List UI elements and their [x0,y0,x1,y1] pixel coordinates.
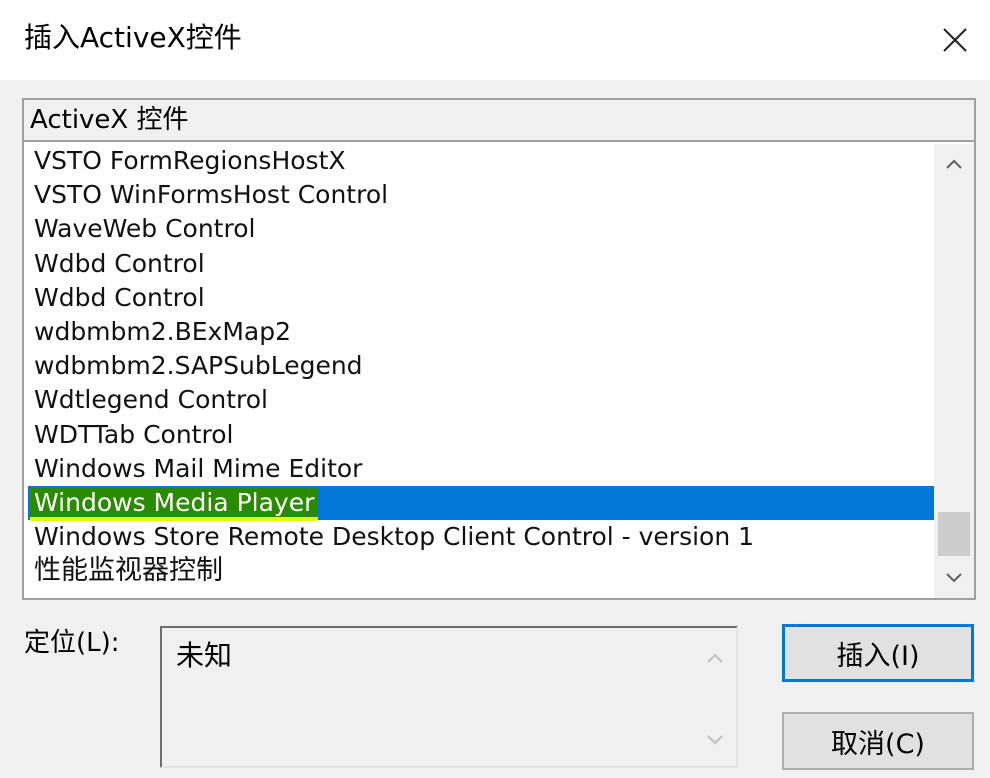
location-scroll-up[interactable] [694,638,736,678]
list-item[interactable]: VSTO WinFormsHost Control [28,178,934,212]
activex-control-list[interactable]: ActiveX 控件 VSTO FormRegionsHostX VSTO Wi… [22,98,976,600]
cancel-button[interactable]: 取消(C) [782,712,974,770]
title-bar: 插入ActiveX控件 [0,0,990,80]
list-item[interactable]: Wdbd Control [28,281,934,315]
list-header: ActiveX 控件 [24,100,974,142]
list-item[interactable]: Windows Store Remote Desktop Client Cont… [28,520,934,554]
list-item[interactable]: wdbmbm2.SAPSubLegend [28,349,934,383]
list-item[interactable]: Wdbd Control [28,247,934,281]
list-item[interactable]: Windows Mail Mime Editor [28,452,934,486]
list-body[interactable]: VSTO FormRegionsHostX VSTO WinFormsHost … [28,144,934,596]
close-button[interactable] [920,0,990,80]
location-field[interactable]: 未知 [160,626,738,768]
close-icon [943,28,967,52]
scroll-down-button[interactable] [934,558,974,598]
list-item[interactable]: Wdtlegend Control [28,383,934,417]
location-scroll-down[interactable] [694,720,736,760]
list-item[interactable]: 性能监视器控制 [28,554,934,588]
location-scrollbar[interactable] [694,628,736,766]
selected-item-label: Windows Media Player [30,487,319,521]
list-item[interactable]: WaveWeb Control [28,212,934,246]
chevron-up-icon [707,653,723,663]
chevron-down-icon [707,735,723,745]
chevron-down-icon [946,573,962,583]
dialog-title: 插入ActiveX控件 [24,21,242,54]
list-item[interactable]: WDTTab Control [28,418,934,452]
list-scrollbar[interactable] [934,144,974,598]
list-item-selected[interactable]: Windows Media Player [28,485,934,521]
insert-button[interactable]: 插入(I) [782,624,974,682]
chevron-up-icon [946,159,962,169]
scroll-up-button[interactable] [934,144,974,184]
insert-activex-dialog: 插入ActiveX控件 ActiveX 控件 VSTO FormRegionsH… [0,0,990,778]
location-value: 未知 [176,639,233,672]
scroll-thumb[interactable] [938,512,970,556]
list-item[interactable]: VSTO FormRegionsHostX [28,144,934,178]
location-label: 定位(L): [24,628,120,658]
list-item[interactable]: wdbmbm2.BExMap2 [28,315,934,349]
